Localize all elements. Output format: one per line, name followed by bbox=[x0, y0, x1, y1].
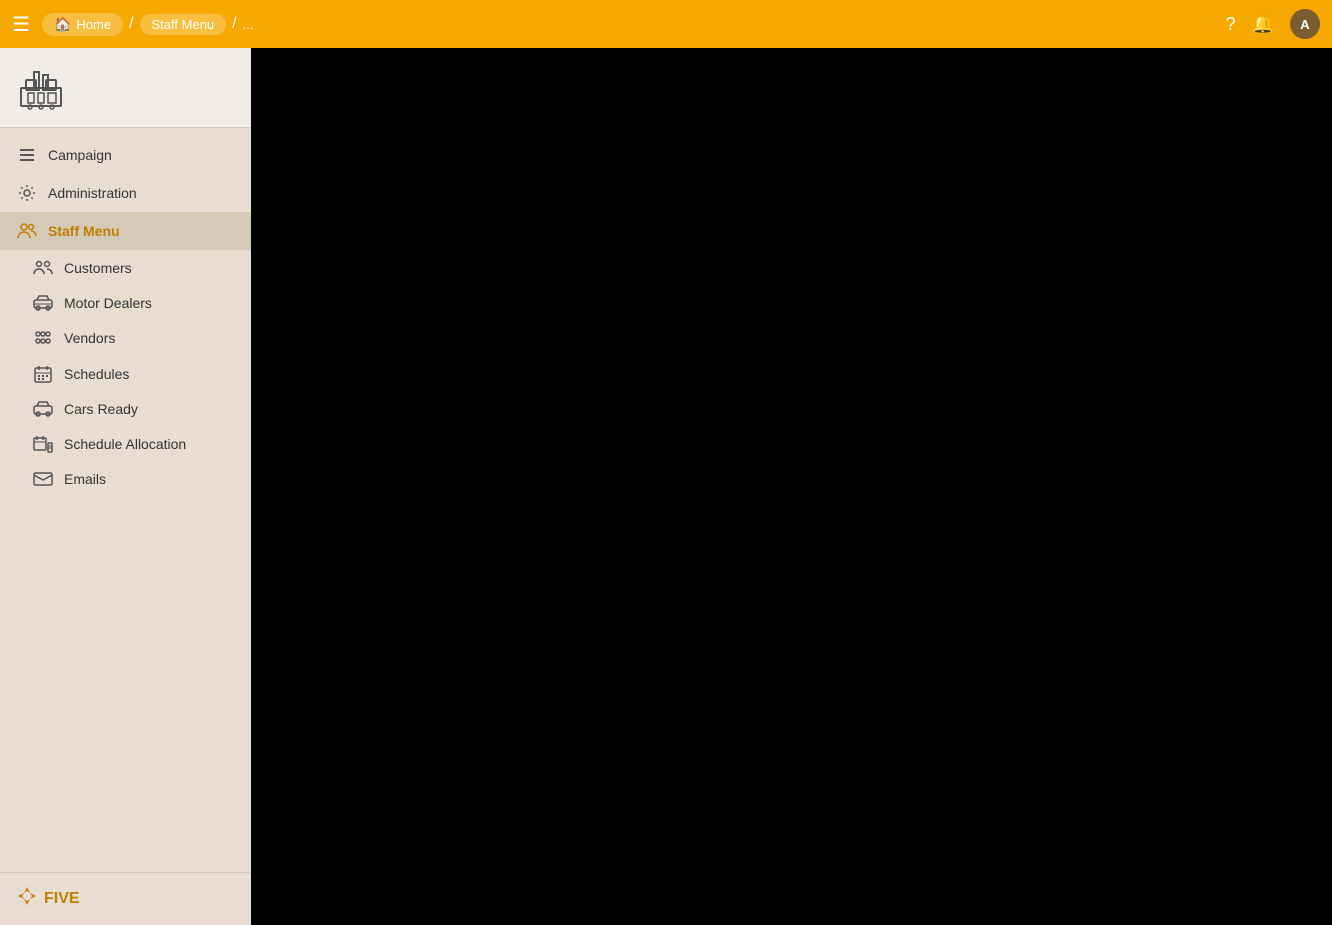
breadcrumb-staff-menu[interactable]: Staff Menu bbox=[140, 14, 227, 35]
sidebar-schedules-label: Schedules bbox=[64, 366, 129, 382]
sidebar-schedule-allocation-label: Schedule Allocation bbox=[64, 436, 186, 452]
sidebar-customers-label: Customers bbox=[64, 260, 132, 276]
sidebar-item-schedules[interactable]: Schedules bbox=[0, 356, 251, 392]
breadcrumb-dots[interactable]: ... bbox=[243, 17, 254, 32]
five-logo-label: FIVE bbox=[44, 890, 80, 908]
five-logo-icon bbox=[16, 885, 38, 913]
customers-icon bbox=[32, 259, 54, 277]
vendors-icon bbox=[32, 329, 54, 347]
sidebar-item-schedule-allocation[interactable]: Schedule Allocation bbox=[0, 426, 251, 462]
staff-menu-icon bbox=[16, 222, 38, 240]
five-logo: FIVE bbox=[16, 885, 80, 913]
sidebar-emails-label: Emails bbox=[64, 471, 106, 487]
emails-icon bbox=[32, 471, 54, 487]
sidebar-item-administration[interactable]: Administration bbox=[0, 174, 251, 212]
avatar-label: A bbox=[1300, 17, 1309, 32]
breadcrumb-sep-2: / bbox=[232, 15, 236, 33]
sidebar-campaign-label: Campaign bbox=[48, 147, 112, 163]
topbar: ☰ 🏠 Home / Staff Menu / ... ? 🔔 A bbox=[0, 0, 1332, 48]
breadcrumb: 🏠 Home / Staff Menu / ... bbox=[42, 13, 254, 36]
sidebar-motor-dealers-label: Motor Dealers bbox=[64, 295, 152, 311]
sidebar-item-motor-dealers[interactable]: Motor Dealers bbox=[0, 286, 251, 320]
sidebar-item-cars-ready[interactable]: Cars Ready bbox=[0, 392, 251, 426]
sidebar-logo-icon bbox=[16, 60, 66, 115]
breadcrumb-home[interactable]: 🏠 Home bbox=[42, 13, 123, 36]
breadcrumb-home-label: Home bbox=[76, 17, 111, 32]
main-layout: Campaign Administration bbox=[0, 48, 1332, 925]
schedules-icon bbox=[32, 365, 54, 383]
sidebar-item-emails[interactable]: Emails bbox=[0, 462, 251, 496]
breadcrumb-staff-menu-label: Staff Menu bbox=[152, 17, 215, 32]
topbar-right: ? 🔔 A bbox=[1226, 9, 1320, 39]
hamburger-icon[interactable]: ☰ bbox=[12, 12, 30, 37]
sidebar-nav: Campaign Administration bbox=[0, 128, 251, 872]
main-content bbox=[251, 48, 1332, 925]
administration-icon bbox=[16, 184, 38, 202]
home-icon: 🏠 bbox=[54, 16, 71, 33]
cars-ready-icon bbox=[32, 401, 54, 417]
sidebar-logo-area bbox=[0, 48, 251, 128]
motor-dealers-icon bbox=[32, 295, 54, 311]
sidebar-footer: FIVE bbox=[0, 872, 251, 925]
sidebar-item-vendors[interactable]: Vendors bbox=[0, 320, 251, 356]
breadcrumb-sep-1: / bbox=[129, 15, 133, 33]
sidebar-vendors-label: Vendors bbox=[64, 330, 115, 346]
topbar-left: ☰ 🏠 Home / Staff Menu / ... bbox=[12, 12, 1226, 37]
sidebar-staff-menu-label: Staff Menu bbox=[48, 223, 120, 239]
help-icon[interactable]: ? bbox=[1226, 14, 1236, 35]
sidebar-item-campaign[interactable]: Campaign bbox=[0, 136, 251, 174]
notification-icon[interactable]: 🔔 bbox=[1252, 14, 1274, 35]
sidebar-item-customers[interactable]: Customers bbox=[0, 250, 251, 286]
campaign-icon bbox=[16, 146, 38, 164]
avatar[interactable]: A bbox=[1290, 9, 1320, 39]
schedule-allocation-icon bbox=[32, 435, 54, 453]
sidebar-item-staff-menu[interactable]: Staff Menu bbox=[0, 212, 251, 250]
sidebar: Campaign Administration bbox=[0, 48, 251, 925]
sidebar-cars-ready-label: Cars Ready bbox=[64, 401, 138, 417]
sidebar-administration-label: Administration bbox=[48, 185, 137, 201]
